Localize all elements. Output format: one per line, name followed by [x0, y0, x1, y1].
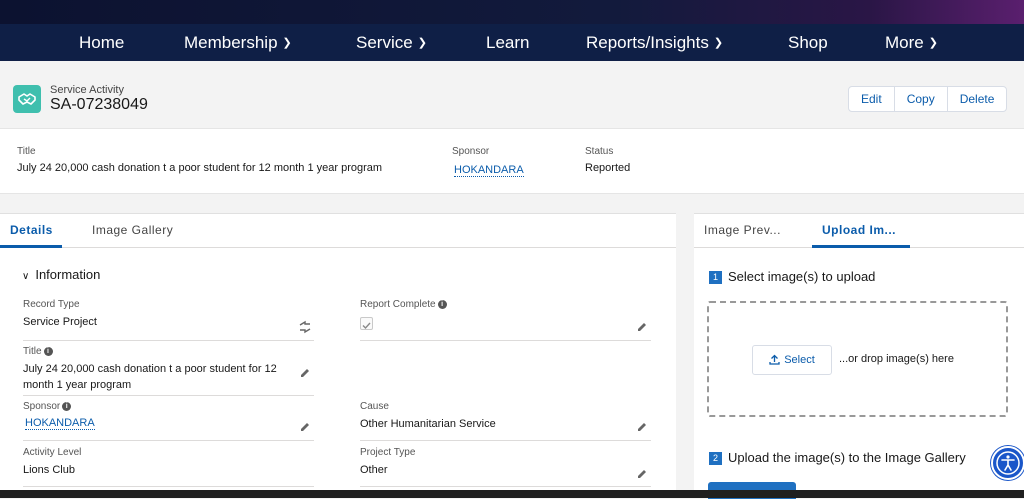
step-upload-to-gallery: 2 Upload the image(s) to the Image Galler…: [709, 450, 966, 465]
step-number-badge: 1: [709, 271, 722, 284]
hl-status-label: Status: [585, 146, 614, 157]
select-label: Select: [784, 354, 815, 366]
divider: [360, 486, 651, 487]
copy-button[interactable]: Copy: [895, 87, 948, 111]
accessibility-icon[interactable]: [991, 446, 1024, 480]
divider: [23, 395, 314, 396]
record-type-field-value: Service Project: [23, 316, 97, 328]
image-dropzone[interactable]: Select ...or drop image(s) here: [707, 301, 1008, 417]
report-complete-label-text: Report Complete: [360, 299, 436, 310]
hl-title-value: July 24 20,000 cash donation t a poor st…: [17, 162, 383, 174]
info-icon[interactable]: i: [62, 402, 72, 411]
tab-image-preview[interactable]: Image Prev...: [704, 223, 781, 237]
tab-details[interactable]: Details: [10, 223, 53, 237]
record-id: SA-07238049: [50, 96, 148, 113]
nav-shop-label: Shop: [788, 33, 828, 52]
chevron-down-icon: ❯: [282, 37, 292, 49]
nav-home[interactable]: Home: [79, 24, 124, 61]
record-type-label: Service Activity: [50, 84, 124, 96]
divider: [23, 486, 314, 487]
nav-reports-label: Reports/Insights: [586, 33, 709, 52]
chevron-down-icon: ❯: [713, 37, 724, 49]
project-type-field-label: Project Type: [360, 447, 416, 458]
edit-button[interactable]: Edit: [849, 87, 895, 111]
chevron-down-icon: ❯: [417, 37, 427, 49]
step-number-badge: 2: [709, 452, 722, 465]
os-taskbar: [0, 490, 1024, 498]
step-select-images: 1 Select image(s) to upload: [709, 269, 875, 284]
activity-level-field-value: Lions Club: [23, 464, 75, 476]
info-icon[interactable]: i: [43, 347, 53, 356]
nav-shop[interactable]: Shop: [788, 24, 828, 61]
tab-image-gallery[interactable]: Image Gallery: [92, 223, 173, 237]
nav-learn-label: Learn: [486, 33, 530, 52]
record-type-field-label: Record Type: [23, 299, 80, 310]
title-field-label: Title i: [23, 346, 53, 357]
select-files-button[interactable]: Select: [752, 345, 832, 375]
details-tabs: Details Image Gallery: [0, 214, 676, 248]
pencil-icon[interactable]: [635, 420, 649, 434]
title-field-value-line2: month 1 year program: [23, 379, 132, 391]
cause-field-value: Other Humanitarian Service: [360, 418, 496, 430]
nav-more-label: More: [885, 33, 924, 52]
nav-learn[interactable]: Learn: [486, 24, 529, 61]
title-label-text: Title: [23, 346, 42, 357]
change-record-type-icon[interactable]: [298, 320, 312, 334]
sponsor-label-text: Sponsor: [23, 401, 61, 412]
highlights-panel: Title July 24 20,000 cash donation t a p…: [0, 128, 1024, 194]
tab-upload-images[interactable]: Upload Im...: [822, 223, 896, 237]
sponsor-field-link[interactable]: HOKANDARA: [25, 417, 95, 430]
divider: [23, 340, 314, 341]
hl-title-label: Title: [17, 146, 36, 157]
upload-tabs: Image Prev... Upload Im...: [694, 214, 1024, 248]
chevron-down-icon: ❯: [928, 37, 938, 49]
divider: [360, 440, 651, 441]
delete-button[interactable]: Delete: [948, 87, 1007, 111]
drop-hint-text: ...or drop image(s) here: [839, 353, 954, 365]
divider: [360, 340, 651, 341]
nav-service[interactable]: Service ❯: [356, 24, 427, 61]
info-icon[interactable]: i: [437, 300, 447, 309]
activity-level-field-label: Activity Level: [23, 447, 82, 458]
hl-status-value: Reported: [585, 162, 631, 174]
active-tab-indicator: [812, 245, 910, 248]
pencil-icon[interactable]: [298, 420, 312, 434]
record-actions: Edit Copy Delete: [848, 86, 1008, 112]
nav-reports-insights[interactable]: Reports/Insights ❯: [586, 24, 723, 61]
section-title-label: Information: [35, 267, 101, 282]
hl-sponsor-label: Sponsor: [452, 146, 490, 157]
handshake-icon: [13, 85, 41, 113]
nav-membership[interactable]: Membership ❯: [184, 24, 292, 61]
main-navigation: Home Membership ❯ Service ❯ Learn Reports/…: [0, 24, 1024, 61]
title-field-value-line1: July 24 20,000 cash donation t a poor st…: [23, 363, 277, 375]
nav-service-label: Service: [356, 33, 413, 52]
nav-home-label: Home: [79, 33, 125, 52]
report-complete-field-label: Report Complete i: [360, 299, 447, 310]
nav-membership-label: Membership: [184, 33, 278, 52]
upload-icon: [769, 348, 780, 376]
image-upload-panel: Image Prev... Upload Im... 1 Select image…: [694, 213, 1024, 499]
section-information[interactable]: ∨ Information: [22, 267, 100, 282]
cause-field-label: Cause: [360, 401, 389, 412]
nav-more[interactable]: More ❯: [885, 24, 938, 61]
pencil-icon[interactable]: [298, 366, 312, 380]
report-complete-checkbox: [360, 317, 373, 330]
pencil-icon[interactable]: [635, 320, 649, 334]
step1-label: Select image(s) to upload: [728, 269, 876, 284]
top-banner-strip: [0, 0, 1024, 24]
sponsor-field-label: Sponsor i: [23, 401, 72, 412]
record-header: Service Activity SA-07238049 Edit Copy D…: [0, 61, 1024, 127]
step2-label: Upload the image(s) to the Image Gallery: [728, 450, 966, 465]
hl-sponsor-link[interactable]: HOKANDARA: [454, 164, 524, 177]
project-type-field-value: Other: [360, 464, 388, 476]
active-tab-indicator: [0, 245, 62, 248]
details-panel: Details Image Gallery ∨ Information Recor…: [0, 213, 676, 498]
pencil-icon[interactable]: [635, 467, 649, 481]
chevron-down-icon: ∨: [22, 271, 30, 282]
divider: [23, 440, 314, 441]
